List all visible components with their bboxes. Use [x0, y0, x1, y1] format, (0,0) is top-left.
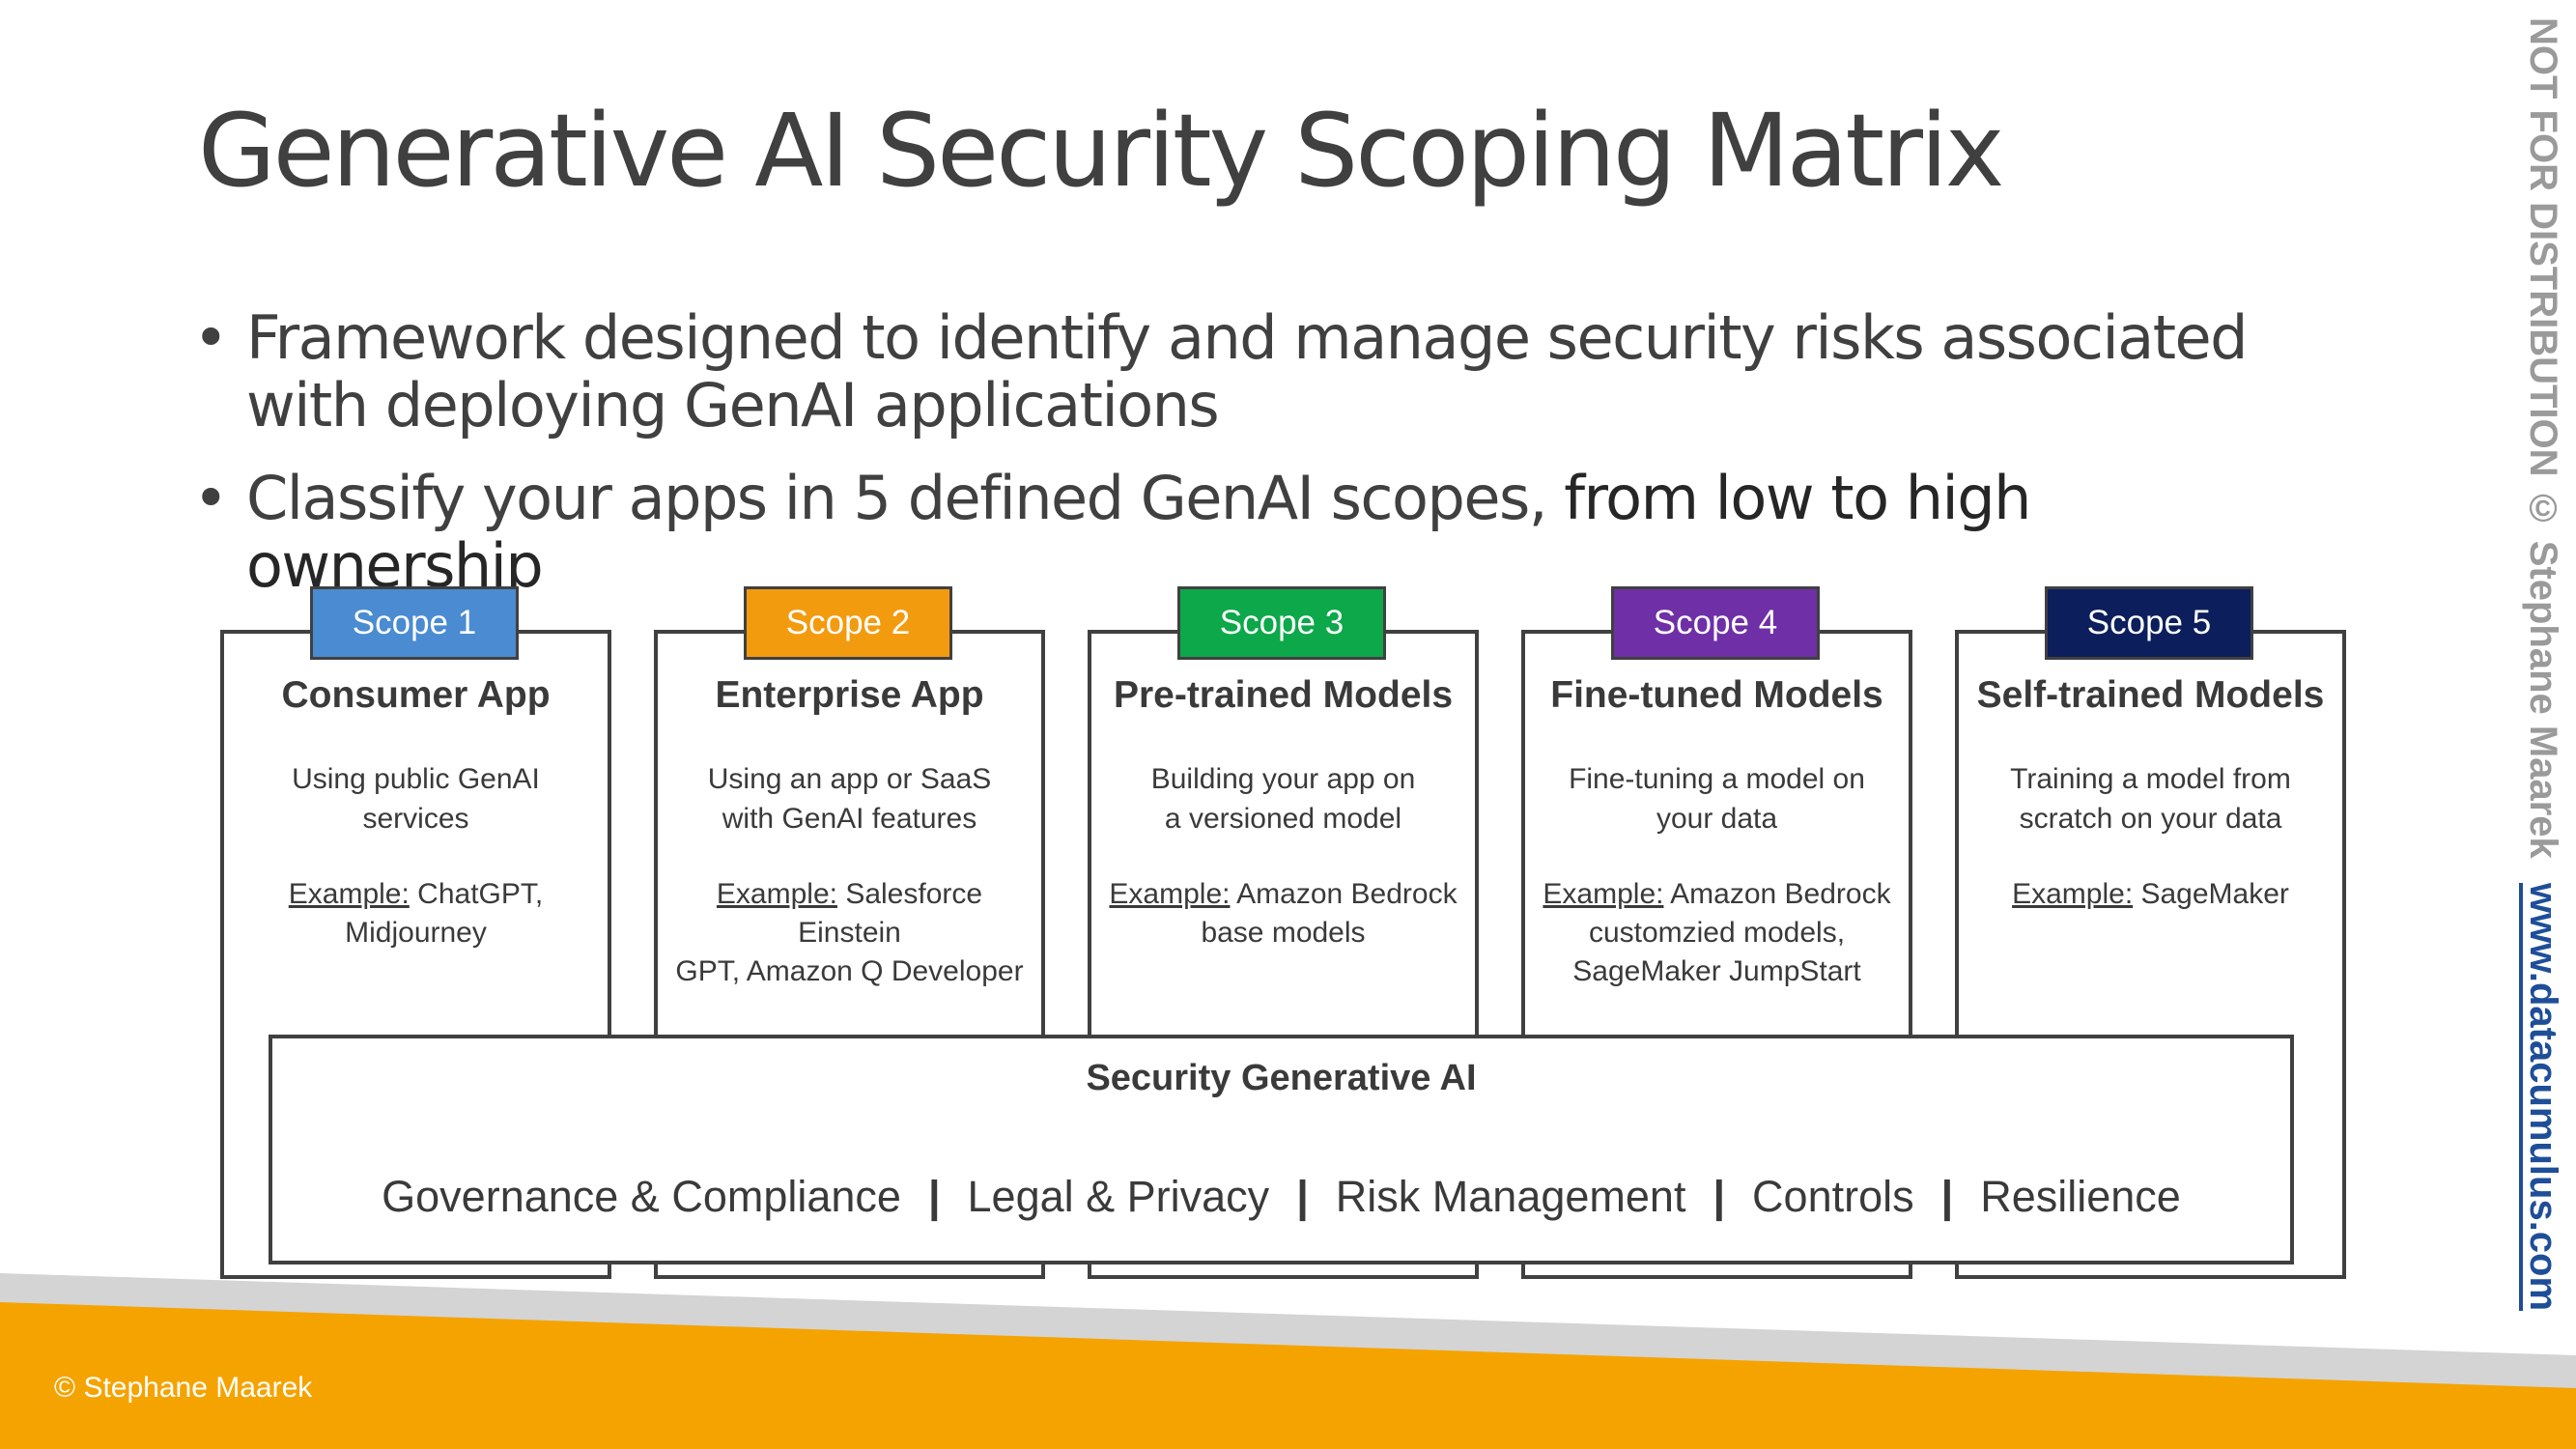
slide: Generative AI Security Scoping Matrix • … — [0, 0, 2576, 1449]
scope-title: Consumer App — [281, 674, 551, 716]
scope-example: Example: ChatGPT, Midjourney — [229, 875, 603, 952]
bullet-text: Framework designed to identify and manag… — [246, 302, 2249, 440]
security-items: Governance & Compliance | Legal & Privacy |… — [272, 1172, 2290, 1222]
scope-title: Fine-tuned Models — [1550, 674, 1883, 716]
security-item: Governance & Compliance — [382, 1172, 901, 1221]
description-line: scratch on your data — [2019, 803, 2282, 835]
bullet-dot: • — [193, 302, 229, 373]
description-line: Training a model from — [2010, 763, 2291, 795]
scope-description: Using an app or SaaS with GenAI features — [667, 759, 1032, 838]
example-line: Example: Amazon Bedrock — [1530, 875, 1904, 914]
scope-example: Example: Amazon Bedrock base models — [1096, 875, 1470, 952]
security-item: Controls — [1752, 1172, 1914, 1221]
example-line: Example: Salesforce Einstein — [663, 875, 1036, 952]
example-line: base models — [1201, 917, 1366, 949]
example-label: Example: — [1109, 878, 1231, 910]
footer-copyright: © Stephane Maarek — [54, 1372, 313, 1404]
scope-title: Pre-trained Models — [1113, 674, 1454, 716]
description-line: your data — [1656, 803, 1778, 835]
distribution-notice: NOT FOR DISTRIBUTION © Stephane Maarek — [2522, 17, 2564, 859]
bullet-list: • Framework designed to identify and man… — [193, 304, 2318, 625]
description-line: a versioned model — [1164, 803, 1402, 835]
bullet-item: • Framework designed to identify and man… — [193, 304, 2318, 440]
scope-example: Example: Salesforce Einstein GPT, Amazon… — [663, 875, 1036, 991]
separator: | — [927, 1172, 941, 1221]
example-line: Example: SageMaker — [1964, 875, 2337, 914]
example-label: Example: — [1543, 878, 1664, 910]
bullet-dot: • — [193, 463, 229, 533]
separator: | — [1713, 1172, 1726, 1221]
bullet-text: Classify your apps in 5 defined GenAI sc… — [246, 463, 1565, 533]
scope-tab: Scope 4 — [1611, 586, 1820, 660]
example-text: Amazon Bedrock — [1663, 878, 1891, 910]
example-line: Example: ChatGPT, — [229, 875, 603, 914]
example-line: Example: Amazon Bedrock — [1096, 875, 1470, 914]
description-line: with GenAI features — [722, 803, 977, 835]
scope-title: Enterprise App — [715, 674, 984, 716]
separator: | — [1940, 1172, 1954, 1221]
scope-example: Example: Amazon Bedrock customzied model… — [1530, 875, 1904, 991]
scope-description: Building your app on a versioned model — [1101, 759, 1465, 838]
security-box: Security Generative AI Governance & Comp… — [269, 1035, 2294, 1264]
description-line: Building your app on — [1150, 763, 1416, 795]
description-line: Fine-tuning a model on — [1569, 763, 1865, 795]
bullet-item: • Classify your apps in 5 defined GenAI … — [193, 465, 2318, 600]
scope-title: Self-trained Models — [1976, 674, 2325, 716]
example-line: customzied models, — [1588, 917, 1846, 949]
example-label: Example: — [288, 878, 410, 910]
example-label: Example: — [2012, 878, 2134, 910]
scope-tab: Scope 3 — [1177, 586, 1386, 660]
scope-description: Using public GenAI services — [234, 759, 598, 838]
security-item: Resilience — [1980, 1172, 2181, 1221]
example-line: GPT, Amazon Q Developer — [675, 955, 1024, 987]
scope-example: Example: SageMaker — [1964, 875, 2337, 914]
example-label: Example: — [716, 878, 837, 910]
security-item: Legal & Privacy — [967, 1172, 1270, 1221]
slide-title: Generative AI Security Scoping Matrix — [198, 92, 2004, 210]
description-line: Using an app or SaaS — [707, 763, 992, 795]
security-title: Security Generative AI — [1086, 1058, 1477, 1098]
website-link[interactable]: www.datacumulus.com — [2522, 883, 2564, 1311]
example-text: Amazon Bedrock — [1230, 878, 1458, 910]
scope-tab: Scope 1 — [310, 586, 519, 660]
separator: | — [1296, 1172, 1309, 1221]
example-line: Midjourney — [345, 917, 487, 949]
example-text: SageMaker — [2133, 878, 2289, 910]
example-line: SageMaker JumpStart — [1572, 955, 1861, 987]
description-line: Using public GenAI — [292, 763, 540, 795]
description-line: services — [362, 803, 469, 835]
scope-tab: Scope 2 — [744, 586, 952, 660]
security-item: Risk Management — [1335, 1172, 1686, 1221]
vertical-watermark: NOT FOR DISTRIBUTION © Stephane Maarek w… — [2506, 17, 2564, 1408]
example-text: ChatGPT, — [409, 878, 544, 910]
scope-tab: Scope 5 — [2045, 586, 2253, 660]
scope-description: Fine-tuning a model on your data — [1535, 759, 1899, 838]
scope-description: Training a model from scratch on your da… — [1968, 759, 2333, 838]
